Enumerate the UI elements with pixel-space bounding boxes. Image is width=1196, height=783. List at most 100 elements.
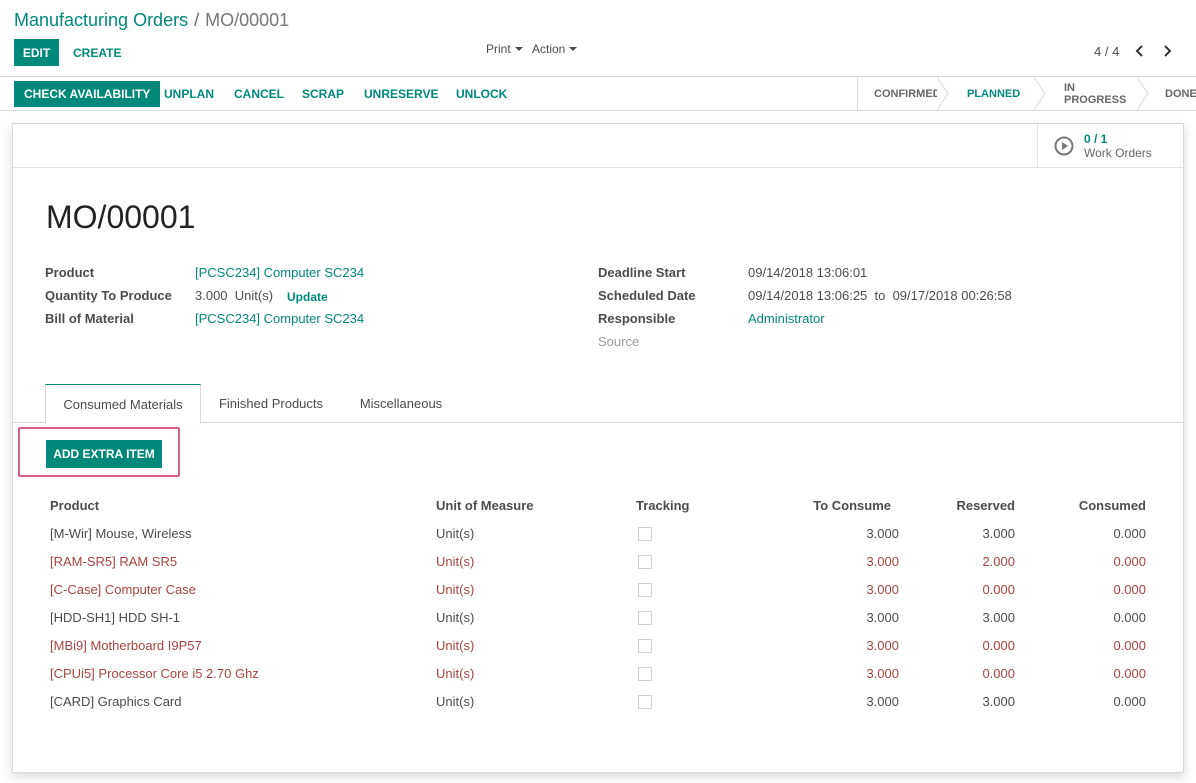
- quantity-value: 3.000 Unit(s): [195, 288, 274, 303]
- tracking-checkbox: [638, 527, 652, 541]
- action-dropdown[interactable]: Action: [532, 42, 578, 56]
- row-consumed: 0.000: [1113, 582, 1146, 597]
- scrap-button[interactable]: SCRAP: [302, 81, 344, 107]
- tracking-checkbox: [638, 695, 652, 709]
- row-to-consume: 3.000: [866, 554, 899, 569]
- chevron-right-icon: [1164, 45, 1172, 57]
- work-orders-label: Work Orders: [1084, 146, 1152, 160]
- row-product: [CARD] Graphics Card: [50, 694, 182, 709]
- work-orders-count: 0 / 1: [1084, 132, 1108, 146]
- control-panel: Manufacturing Orders / MO/00001 EDIT CREAT…: [0, 0, 1196, 77]
- tracking-checkbox: [638, 667, 652, 681]
- notebook-tabs: Consumed Materials Finished Products Mis…: [13, 384, 1183, 424]
- row-consumed: 0.000: [1113, 638, 1146, 653]
- deadline-start-value: 09/14/2018 13:06:01: [748, 265, 868, 280]
- column-header-uom[interactable]: Unit of Measure: [436, 498, 534, 513]
- row-uom: Unit(s): [436, 666, 475, 681]
- row-uom: Unit(s): [436, 694, 475, 709]
- pager-previous-button[interactable]: [1130, 40, 1150, 62]
- column-header-to-consume[interactable]: To Consume: [773, 498, 891, 513]
- product-label: Product: [45, 265, 95, 280]
- row-to-consume: 3.000: [866, 694, 899, 709]
- row-uom: Unit(s): [436, 582, 475, 597]
- cancel-button[interactable]: CANCEL: [234, 81, 284, 107]
- tracking-checkbox: [638, 583, 652, 597]
- work-orders-text: 0 / 1 Work Orders: [1084, 132, 1152, 160]
- statusbar: CHECK AVAILABILITY UNPLAN CANCEL SCRAP U…: [0, 77, 1196, 111]
- row-reserved: 3.000: [982, 526, 1015, 541]
- row-product: [MBi9] Motherboard I9P57: [50, 638, 202, 653]
- smart-button-box: 0 / 1 Work Orders: [13, 124, 1183, 168]
- stage-in-progress[interactable]: IN PROGRESS: [1040, 77, 1149, 110]
- caret-down-icon: [569, 47, 578, 51]
- stage-label: PLANNED: [967, 87, 1021, 100]
- unlock-button[interactable]: UNLOCK: [456, 81, 507, 107]
- row-reserved: 0.000: [982, 582, 1015, 597]
- tab-finished-products[interactable]: Finished Products: [205, 384, 337, 423]
- bom-link[interactable]: [PCSC234] Computer SC234: [195, 311, 364, 326]
- row-product: [HDD-SH1] HDD SH-1: [50, 610, 181, 625]
- row-consumed: 0.000: [1113, 666, 1146, 681]
- work-orders-button[interactable]: 0 / 1 Work Orders: [1037, 124, 1183, 168]
- responsible-link[interactable]: Administrator: [748, 311, 825, 326]
- column-header-tracking[interactable]: Tracking: [636, 498, 689, 513]
- update-quantity-button[interactable]: Update: [287, 290, 328, 304]
- stage-planned[interactable]: PLANNED: [943, 77, 1046, 110]
- pager-value[interactable]: 4 / 4: [1094, 44, 1119, 59]
- breadcrumb-separator: /: [194, 10, 200, 30]
- row-to-consume: 3.000: [866, 638, 899, 653]
- breadcrumb: Manufacturing Orders / MO/00001: [14, 10, 289, 31]
- row-reserved: 2.000: [982, 554, 1015, 569]
- row-to-consume: 3.000: [866, 666, 899, 681]
- tracking-checkbox: [638, 555, 652, 569]
- tab-miscellaneous[interactable]: Miscellaneous: [343, 384, 459, 423]
- caret-down-icon: [514, 47, 523, 51]
- column-header-reserved[interactable]: Reserved: [913, 498, 1015, 513]
- responsible-label: Responsible: [598, 311, 676, 326]
- breadcrumb-current: MO/00001: [205, 10, 290, 30]
- form-sheet: 0 / 1 Work Orders MO/00001 Product [PCSC…: [12, 123, 1184, 773]
- row-reserved: 0.000: [982, 638, 1015, 653]
- row-consumed: 0.000: [1113, 554, 1146, 569]
- bom-label: Bill of Material: [45, 311, 134, 326]
- row-product: [M-Wir] Mouse, Wireless: [50, 526, 192, 541]
- stage-label: IN PROGRESS: [1064, 81, 1127, 106]
- scheduled-date-value: 09/14/2018 13:06:25 to 09/17/2018 00:26:…: [748, 288, 1012, 303]
- scheduled-date-label: Scheduled Date: [598, 288, 696, 303]
- edit-button[interactable]: EDIT: [14, 39, 59, 66]
- source-label: Source: [598, 334, 640, 349]
- add-extra-item-button[interactable]: ADD EXTRA ITEM: [46, 440, 162, 468]
- breadcrumb-parent-link[interactable]: Manufacturing Orders: [14, 10, 188, 30]
- stage-label: DONE: [1165, 87, 1196, 100]
- row-reserved: 3.000: [982, 610, 1015, 625]
- row-product: [CPUi5] Processor Core i5 2.70 Ghz: [50, 666, 259, 681]
- print-dropdown[interactable]: Print: [486, 42, 523, 56]
- row-to-consume: 3.000: [866, 610, 899, 625]
- check-availability-button[interactable]: CHECK AVAILABILITY: [14, 81, 161, 107]
- chevron-left-icon: [1135, 45, 1143, 57]
- record-title: MO/00001: [46, 199, 196, 235]
- tab-consumed-materials[interactable]: Consumed Materials: [45, 384, 201, 424]
- tracking-checkbox: [638, 639, 652, 653]
- product-link[interactable]: [PCSC234] Computer SC234: [195, 265, 364, 280]
- stage-bar: CONFIRMED PLANNED IN PROGRESS DONE: [857, 77, 1196, 110]
- row-product: [C-Case] Computer Case: [50, 582, 196, 597]
- pager-next-button[interactable]: [1157, 40, 1177, 62]
- create-button[interactable]: CREATE: [66, 39, 128, 66]
- deadline-start-label: Deadline Start: [598, 265, 686, 280]
- column-header-consumed[interactable]: Consumed: [1043, 498, 1146, 513]
- stage-confirmed[interactable]: CONFIRMED: [858, 77, 949, 110]
- stage-label: CONFIRMED: [874, 87, 941, 100]
- row-uom: Unit(s): [436, 526, 475, 541]
- column-header-product[interactable]: Product: [50, 498, 99, 513]
- stage-done[interactable]: DONE: [1143, 77, 1196, 110]
- add-extra-item-highlight: ADD EXTRA ITEM: [18, 427, 180, 477]
- unreserve-button[interactable]: UNRESERVE: [364, 81, 438, 107]
- row-to-consume: 3.000: [866, 526, 899, 541]
- row-uom: Unit(s): [436, 638, 475, 653]
- unplan-button[interactable]: UNPLAN: [164, 81, 214, 107]
- row-consumed: 0.000: [1113, 610, 1146, 625]
- row-reserved: 0.000: [982, 666, 1015, 681]
- row-consumed: 0.000: [1113, 526, 1146, 541]
- row-reserved: 3.000: [982, 694, 1015, 709]
